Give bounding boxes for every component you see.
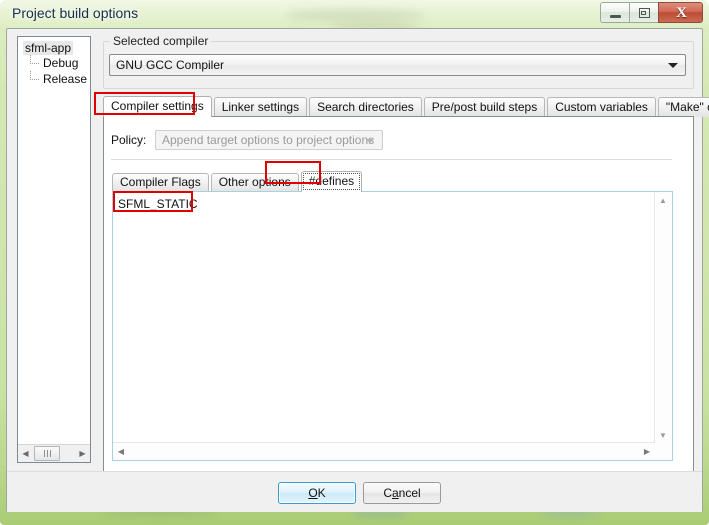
ok-button[interactable]: OK xyxy=(278,482,356,504)
window-title: Project build options xyxy=(12,5,139,21)
target-tree[interactable]: sfml-app Debug Release xyxy=(18,37,90,444)
target-tree-panel[interactable]: sfml-app Debug Release ◀ ▶ xyxy=(17,36,91,463)
minimize-button[interactable] xyxy=(600,2,629,23)
dialog-footer: OK Cancel xyxy=(7,472,702,512)
compiler-settings-panel: Policy: Append target options to project… xyxy=(103,116,694,497)
scroll-down-icon[interactable]: ▼ xyxy=(655,427,671,443)
tab-make-commands[interactable]: "Make" commands xyxy=(657,97,709,117)
chevron-down-icon[interactable] xyxy=(668,63,678,68)
ok-rest: K xyxy=(317,486,326,500)
tab-label: Linker settings xyxy=(221,100,300,114)
cancel-pre: C xyxy=(383,486,392,500)
tab-label: Pre/post build steps xyxy=(431,100,538,114)
policy-dropdown-value: Append target options to project options xyxy=(162,133,375,147)
tab-other-options[interactable]: Other options xyxy=(210,173,299,192)
horizontal-scroll-track[interactable] xyxy=(129,444,639,460)
scroll-up-icon[interactable]: ▲ xyxy=(655,192,671,208)
defines-vertical-scrollbar[interactable]: ▲ ▼ xyxy=(654,192,672,443)
scroll-right-icon[interactable]: ▶ xyxy=(75,446,90,461)
cancel-rest: ncel xyxy=(398,486,421,500)
settings-tabs[interactable]: Compiler settings Linker settings Search… xyxy=(103,96,709,117)
defines-panel: SFML_STATIC ▲ ▼ ◀ ▶ xyxy=(112,191,673,461)
title-bar[interactable]: Project build options X xyxy=(0,0,709,28)
defines-textarea[interactable]: SFML_STATIC xyxy=(113,192,655,443)
chevron-down-icon[interactable] xyxy=(366,139,374,143)
policy-label: Policy: xyxy=(111,133,147,147)
maximize-icon-inner xyxy=(641,11,646,15)
grip-line xyxy=(43,450,45,457)
tree-scroll-thumb[interactable] xyxy=(34,446,60,461)
grip-line xyxy=(46,450,48,457)
tab-linker-settings[interactable]: Linker settings xyxy=(213,97,308,117)
tree-item-debug-label: Debug xyxy=(43,56,79,70)
selected-compiler-legend: Selected compiler xyxy=(110,34,212,48)
compiler-dropdown[interactable]: GNU GCC Compiler xyxy=(109,54,686,76)
tree-item-debug[interactable]: Debug xyxy=(29,55,90,71)
scrollbar-corner xyxy=(655,443,672,460)
dialog-window: Project build options X sfml-app Debug R… xyxy=(0,0,709,525)
tab-label: Custom variables xyxy=(555,100,648,114)
minimize-icon xyxy=(610,15,621,18)
tab-label: Other options xyxy=(218,175,291,189)
tab-label: "Make" commands xyxy=(665,100,709,114)
divider xyxy=(111,159,672,160)
tab-label: Compiler Flags xyxy=(120,175,201,189)
scroll-left-icon[interactable]: ◀ xyxy=(18,446,33,461)
cancel-accel: a xyxy=(391,486,399,500)
policy-dropdown[interactable]: Append target options to project options xyxy=(155,130,383,150)
maximize-button[interactable] xyxy=(629,2,658,23)
tab-label: Compiler settings xyxy=(111,99,204,113)
tab-pre-post-build-steps[interactable]: Pre/post build steps xyxy=(423,97,546,117)
defines-line-1: SFML_STATIC xyxy=(118,197,198,211)
cancel-button[interactable]: Cancel xyxy=(363,482,441,504)
dialog-client-area: sfml-app Debug Release ◀ ▶ Selected comp… xyxy=(6,28,709,512)
grip-line xyxy=(49,450,51,457)
tab-custom-variables[interactable]: Custom variables xyxy=(547,97,656,117)
tab-search-directories[interactable]: Search directories xyxy=(309,97,422,117)
tab-compiler-settings[interactable]: Compiler settings xyxy=(103,96,212,117)
tab-label: Search directories xyxy=(317,100,414,114)
caption-button-group: X xyxy=(600,2,703,23)
scroll-right-icon[interactable]: ▶ xyxy=(639,444,655,460)
options-pane: Selected compiler GNU GCC Compiler Compi… xyxy=(103,34,709,497)
tree-horizontal-scrollbar[interactable]: ◀ ▶ xyxy=(18,444,90,462)
close-icon: X xyxy=(676,5,687,21)
close-button[interactable]: X xyxy=(658,2,703,23)
ok-accel: O xyxy=(308,486,318,500)
compiler-subtabs[interactable]: Compiler Flags Other options #defines xyxy=(112,171,364,192)
tree-item-root[interactable]: sfml-app xyxy=(23,41,74,55)
defines-horizontal-scrollbar[interactable]: ◀ ▶ xyxy=(113,442,655,460)
tree-item-release[interactable]: Release xyxy=(29,71,90,87)
tree-item-release-label: Release xyxy=(43,72,88,86)
tab-compiler-flags[interactable]: Compiler Flags xyxy=(112,173,209,192)
scroll-left-icon[interactable]: ◀ xyxy=(113,444,129,460)
tab-defines[interactable]: #defines xyxy=(300,171,363,192)
tab-label: #defines xyxy=(308,174,355,188)
compiler-dropdown-value: GNU GCC Compiler xyxy=(116,58,225,72)
